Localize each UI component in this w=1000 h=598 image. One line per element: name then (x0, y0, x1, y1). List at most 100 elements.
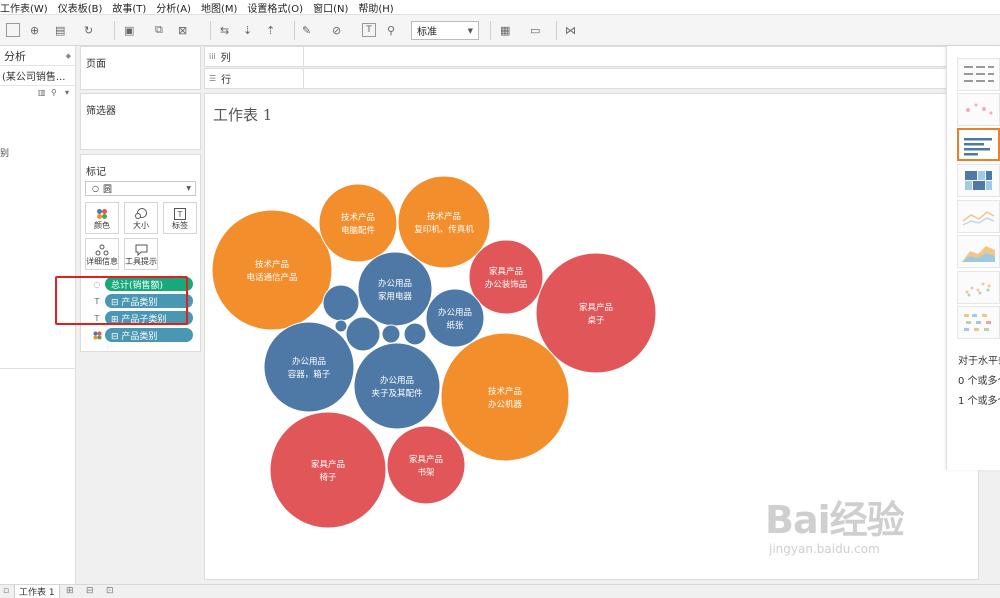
size-button[interactable]: 大小 (124, 202, 158, 234)
size-icon (125, 208, 157, 220)
mark-type-value: 圆 (102, 185, 112, 195)
group-icon[interactable]: ⊘ (332, 22, 341, 38)
chart-thumb-horizontal-bar[interactable] (957, 128, 1000, 161)
color-icon (86, 208, 118, 220)
detail-button[interactable]: 详细信息 (85, 238, 119, 270)
menu-help[interactable]: 帮助(H) (358, 0, 399, 15)
columns-icon: iii (209, 52, 216, 61)
sheet-tab[interactable]: 工作表 1 (14, 585, 60, 598)
menu-format[interactable]: 设置格式(O) (247, 0, 309, 15)
swap-icon[interactable]: ⇆ (220, 22, 229, 38)
bubble-subcategory-label: 办公机器 (488, 399, 523, 410)
datasource-item[interactable]: (某公司销售... (0, 66, 75, 86)
search-icon[interactable]: ⚲ (51, 88, 57, 97)
bubble-mark[interactable] (345, 316, 381, 352)
fit-select[interactable]: 标准 ▼ (411, 21, 479, 40)
rows-text: 行 (221, 75, 232, 86)
menu-map[interactable]: 地图(M) (201, 0, 243, 15)
bubble-mark[interactable] (322, 284, 360, 322)
text-icon: T (164, 208, 196, 220)
chart-thumb-map[interactable] (957, 93, 1000, 126)
duplicate-icon[interactable]: ⧉ (155, 22, 163, 38)
bubble-subcategory-label: 电脑配件 (341, 225, 376, 236)
watermark-logo: Bai经验 (765, 498, 905, 542)
tooltip-button[interactable]: 工具提示 (124, 238, 158, 270)
highlight-icon[interactable]: ✎ (302, 22, 311, 38)
chart-thumb-text-table[interactable] (957, 58, 1000, 91)
menu-dashboard[interactable]: 仪表板(B) (58, 0, 109, 15)
chart-thumb-heatmap[interactable] (957, 164, 1000, 197)
detail-label: 详细信息 (86, 257, 118, 266)
bubble-mark[interactable] (357, 251, 433, 327)
refresh-icon[interactable]: ↻ (84, 22, 93, 38)
bubble-mark[interactable] (425, 288, 485, 348)
bubble-mark[interactable] (334, 319, 348, 333)
columns-text: 列 (220, 53, 231, 64)
marks-title: 标记 (86, 167, 106, 178)
view-toggle-icon[interactable]: ▥ (38, 88, 46, 97)
presentation-icon[interactable]: ▭ (530, 22, 540, 38)
bubble-mark[interactable] (211, 209, 333, 331)
datasource-tab-icon[interactable]: ▫ (3, 586, 9, 596)
bubble-mark[interactable] (318, 183, 398, 263)
bubble-mark[interactable] (397, 175, 491, 269)
pin-icon[interactable]: ◆ (66, 52, 71, 60)
chart-thumb-gantt[interactable] (957, 306, 1000, 339)
field-fragment: 别 (0, 149, 10, 159)
color-button[interactable]: 颜色 (85, 202, 119, 234)
sort-desc-icon[interactable]: ⇡ (266, 22, 275, 38)
bubble-category-label: 办公用品 (380, 375, 414, 386)
new-sheet-icon[interactable]: ⊞ (66, 586, 74, 596)
bubble-mark[interactable] (440, 332, 570, 462)
datasource-icon[interactable]: ▤ (55, 22, 65, 38)
bubble-category-label: 办公用品 (292, 356, 326, 367)
save-icon[interactable] (6, 22, 20, 38)
bubble-mark[interactable] (269, 411, 387, 529)
pages-card[interactable]: 页面 (80, 46, 201, 90)
bubble-subcategory-label: 桌子 (587, 315, 605, 326)
menu-analysis[interactable]: 分析(A) (156, 0, 197, 15)
sort-asc-icon[interactable]: ⇣ (243, 22, 252, 38)
bubble-category-label: 办公用品 (378, 278, 412, 289)
filters-card[interactable]: 筛选器 (80, 93, 201, 150)
columns-shelf[interactable]: iii 列 (204, 46, 976, 67)
color-icon (91, 331, 103, 340)
tooltip-label: 工具提示 (125, 257, 157, 266)
chart-thumb-area[interactable] (957, 235, 1000, 268)
share-icon[interactable]: ⋈ (565, 22, 576, 38)
show-labels-icon[interactable]: T (362, 22, 376, 38)
bubble-category-label: 家具产品 (409, 454, 443, 465)
worksheet-view[interactable]: 工作表 1 技术产品 电话通信产品 技术产品 电脑配件 技术产品 复印机、传真机 家具产品办… (204, 93, 979, 580)
new-dashboard-icon[interactable]: ⊟ (86, 586, 94, 596)
field-pill[interactable]: ⊟ 产品类别 (105, 328, 193, 342)
mark-type-select[interactable]: ○ 圆 ▼ (85, 181, 196, 196)
bubble-mark[interactable] (535, 252, 657, 374)
bubble-mark[interactable] (386, 425, 466, 505)
menu-story[interactable]: 故事(T) (112, 0, 152, 15)
menu-window[interactable]: 窗口(N) (313, 0, 354, 15)
chart-thumb-line[interactable] (957, 200, 1000, 233)
show-me-panel: 对于水平条 0 个或多个 1 个或多个 (946, 46, 1000, 470)
bubble-category-label: 家具产品 (311, 459, 345, 470)
pane-tools: ▥ ⚲ ▾ (0, 86, 75, 100)
bubble-mark[interactable] (381, 324, 401, 344)
chart-thumb-scatter[interactable] (957, 271, 1000, 304)
rows-shelf[interactable]: ☰ 行 (204, 68, 976, 89)
new-worksheet-icon[interactable]: ▣ (124, 22, 134, 38)
bubble-mark[interactable] (403, 322, 427, 346)
label-button[interactable]: T 标签 (163, 202, 197, 234)
show-cards-icon[interactable]: ▦ (500, 22, 510, 38)
menu-worksheet[interactable]: 工作表(W) (0, 0, 54, 15)
bubble-subcategory-label: 书架 (417, 467, 435, 478)
new-datasource-icon[interactable]: ⊕ (30, 22, 39, 38)
label-label: 标签 (172, 221, 188, 230)
new-story-icon[interactable]: ⊡ (106, 586, 114, 596)
size-label: 大小 (133, 221, 149, 230)
bubble-mark[interactable] (263, 321, 355, 413)
bubble-mark[interactable] (353, 342, 441, 430)
clear-sheet-icon[interactable]: ⊠ (178, 22, 187, 38)
chevron-down-icon[interactable]: ▾ (65, 88, 69, 97)
bubble-category-label: 家具产品 (579, 302, 613, 313)
highlight-box (55, 276, 188, 325)
pin-icon[interactable]: ⚲ (387, 22, 395, 38)
